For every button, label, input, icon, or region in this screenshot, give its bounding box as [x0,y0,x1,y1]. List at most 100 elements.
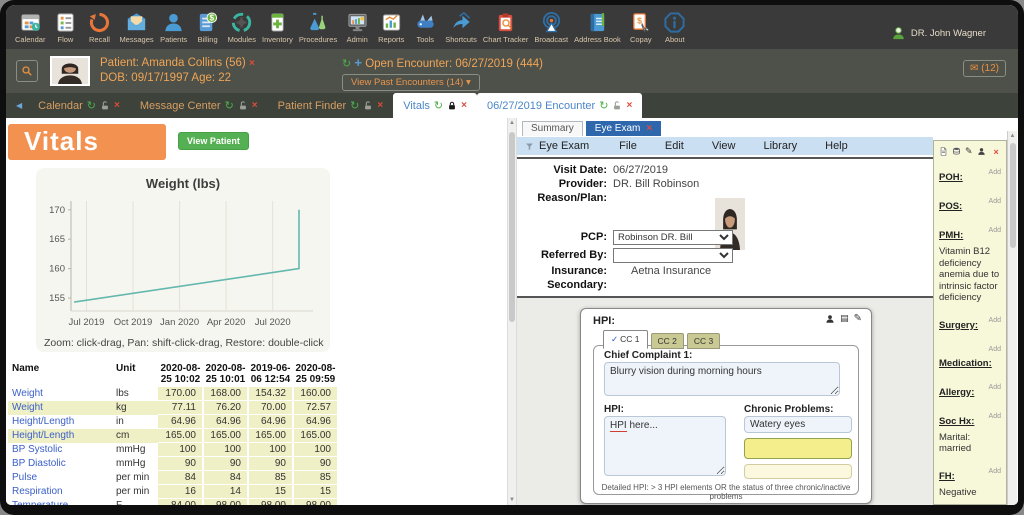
chronic-problem-input-3[interactable] [744,464,852,479]
toolbar-item-copay[interactable]: Copay [624,11,658,44]
unlock-icon[interactable] [238,101,248,111]
person-icon[interactable] [825,314,835,324]
close-tab-icon[interactable]: × [114,100,120,111]
menu-file[interactable]: File [619,140,637,152]
tab-cc1[interactable]: ✓CC 1 [603,330,648,349]
scrollbar-thumb[interactable] [1010,143,1016,248]
close-tab-icon[interactable]: × [461,100,467,111]
unlock-icon[interactable] [612,101,622,111]
unlock-icon[interactable] [100,101,110,111]
tab-message-center[interactable]: Message Center↻× [130,93,268,118]
toolbar-item-address-book[interactable]: Address Book [571,11,624,44]
add-encounter-icon[interactable]: + [354,55,362,70]
add-link[interactable]: Add [989,468,1001,475]
close-tab-icon[interactable]: × [646,123,652,134]
menu-library[interactable]: Library [764,140,798,152]
pencil-icon[interactable]: ✎ [854,313,862,324]
person-icon[interactable] [977,147,986,156]
menu-view[interactable]: View [712,140,736,152]
collapse-tabs-icon[interactable]: ◀ [10,101,28,110]
chronic-problem-input-2[interactable] [744,438,852,459]
toolbar-item-recall[interactable]: Recall [82,11,116,44]
toolbar-item-inventory[interactable]: Inventory [259,11,296,44]
refresh-icon[interactable]: ↻ [434,99,443,112]
toolbar-item-calendar[interactable]: Calendar [12,11,48,44]
toolbar-item-chart-tracker[interactable]: Chart Tracker [480,11,531,44]
toolbar-item-about[interactable]: About [658,11,692,44]
chronic-problem-input-1[interactable] [744,416,852,433]
add-link[interactable]: Add [989,169,1001,176]
center-scrollbar[interactable]: ▲ ▼ [507,118,517,505]
refresh-icon[interactable]: ↻ [599,99,608,112]
weight-chart[interactable]: Jul 2019Oct 2019Jan 2020Apr 2020Jul 2020… [39,193,327,333]
add-link[interactable]: Add [989,198,1001,205]
chief-complaint-textarea[interactable]: Blurry vision during morning hours [604,362,840,396]
vitals-row: Respirationper min16141515 [8,485,338,499]
tab-eye-exam[interactable]: Eye Exam× [586,121,661,136]
tab-summary[interactable]: Summary [522,121,583,136]
view-past-encounters-button[interactable]: View Past Encounters (14) ▾ [342,74,480,91]
toolbar-item-admin[interactable]: Admin [340,11,374,44]
tab-encounter[interactable]: 06/27/2019 Encounter↻× [477,93,642,118]
tab-cc3[interactable]: CC 3 [687,333,720,349]
toolbar-item-procedures[interactable]: Procedures [296,11,340,44]
patient-thumbnail[interactable] [50,56,90,86]
tab-cc2[interactable]: CC 2 [651,333,684,349]
toolbar-item-flow[interactable]: Flow [48,11,82,44]
refresh-icon[interactable]: ↻ [87,99,96,112]
cc1-form: Chief Complaint 1: Blurry vision during … [593,345,859,495]
document-icon[interactable] [939,147,948,156]
quick-panel: ✎ × AddPOH: AddPOS: AddPMH:Vitamin B12 d… [933,140,1007,505]
close-patient-icon[interactable]: × [249,58,255,69]
pencil-icon[interactable]: ✎ [965,146,973,157]
tab-calendar[interactable]: Calendar↻× [28,93,130,118]
messages-badge-button[interactable]: ✉ (12) [963,60,1006,77]
workspace-tabbar: ◀ Calendar↻× Message Center↻× Patient Fi… [6,93,1018,118]
section-poh: AddPOH: [939,167,1001,185]
close-panel-icon[interactable]: × [994,147,999,157]
scroll-down-icon[interactable]: ▼ [508,495,516,505]
mail-count: (12) [981,63,999,74]
refresh-encounter-icon[interactable]: ↻ [342,58,351,70]
pcp-select[interactable]: Robinson DR. Bill [613,230,733,245]
right-scrollbar[interactable]: ▲ [1007,131,1017,505]
refresh-icon[interactable]: ↻ [225,99,234,112]
divider [517,157,933,159]
unlock-icon[interactable] [363,101,373,111]
patient-search-button[interactable] [16,60,38,82]
referred-by-select[interactable] [613,248,733,263]
menu-help[interactable]: Help [825,140,848,152]
visit-date-row: Visit Date:06/27/2019 [517,164,668,176]
refresh-icon[interactable]: ↻ [350,99,359,112]
vitals-row: Weightkg77.1176.2070.0072.57 [8,401,338,415]
scrollbar-thumb[interactable] [509,132,515,322]
toolbar-item-tools[interactable]: Tools [408,11,442,44]
add-link[interactable]: Add [989,413,1001,420]
toolbar-item-shortcuts[interactable]: Shortcuts [442,11,480,44]
notes-icon[interactable]: ▤ [840,313,849,324]
tab-patient-finder[interactable]: Patient Finder↻× [268,93,394,118]
close-tab-icon[interactable]: × [626,100,632,111]
close-tab-icon[interactable]: × [377,100,383,111]
toolbar-item-billing[interactable]: Billing [191,11,225,44]
add-link[interactable]: Add [989,317,1001,324]
add-link[interactable]: Add [989,227,1001,234]
toolbar-item-reports[interactable]: Reports [374,11,408,44]
toolbar-item-broadcast[interactable]: Broadcast [531,11,571,44]
database-icon[interactable] [952,147,961,156]
add-link[interactable]: Add [989,384,1001,391]
toolbar-item-patients[interactable]: Patients [157,11,191,44]
close-tab-icon[interactable]: × [252,100,258,111]
scroll-up-icon[interactable]: ▲ [508,118,516,128]
tab-vitals[interactable]: Vitals↻× [393,93,477,118]
add-link[interactable]: Add [989,346,1001,353]
lock-icon[interactable] [447,101,457,111]
toolbar-item-messages[interactable]: Messages [116,11,156,44]
hpi-textarea[interactable]: HPI here... [604,416,726,476]
view-patient-button[interactable]: View Patient [178,132,249,150]
menu-edit[interactable]: Edit [665,140,684,152]
toolbar-item-modules[interactable]: Modules [225,11,259,44]
menu-title[interactable]: Eye Exam [525,140,589,152]
scroll-up-icon[interactable]: ▲ [1008,131,1017,141]
logged-in-user[interactable]: DR. John Wagner [891,26,1012,41]
